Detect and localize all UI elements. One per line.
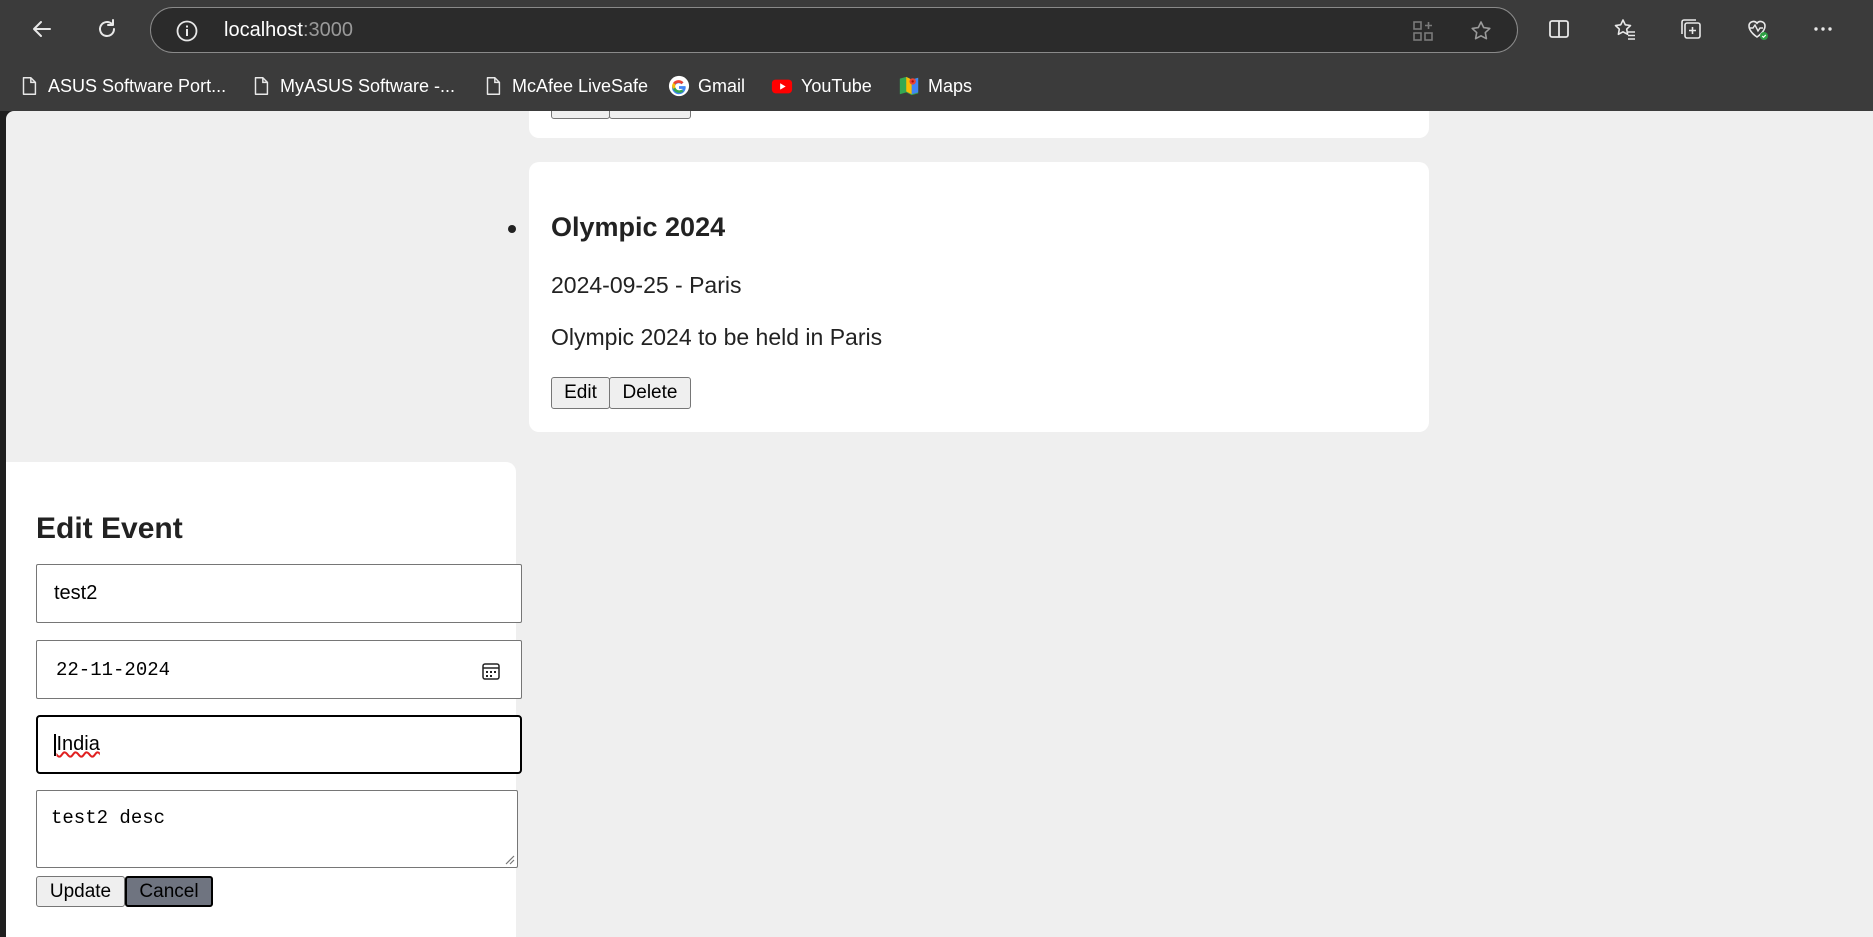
- edit-button[interactable]: Edit: [551, 377, 610, 409]
- bookmark-mcafee-livesafe[interactable]: McAfee LiveSafe: [482, 72, 648, 100]
- event-description: Olympic 2024 to be held in Paris: [551, 324, 883, 350]
- browser-toolbar: localhost:3000: [0, 0, 1873, 62]
- title-input-value: test2: [54, 582, 98, 604]
- browser-essentials-button[interactable]: [1739, 11, 1775, 47]
- title-input[interactable]: test2: [36, 564, 522, 623]
- event-title: Olympic 2024: [551, 212, 726, 242]
- app-available-icon[interactable]: [1411, 19, 1435, 43]
- url-port: :3000: [302, 19, 353, 41]
- resize-grip-icon[interactable]: [503, 853, 515, 865]
- bookmark-maps[interactable]: Maps: [898, 72, 972, 100]
- bookmark-label: YouTube: [801, 75, 872, 96]
- maps-icon: [898, 75, 920, 97]
- favorites-button[interactable]: [1607, 11, 1643, 47]
- edit-button[interactable]: Edit: [551, 111, 610, 119]
- date-input-value: 22-11-2024: [56, 658, 171, 681]
- page-content: Edit Delete Olympic 2024 2024-09-25 - Pa…: [6, 111, 1873, 937]
- date-input[interactable]: 22-11-2024: [36, 640, 522, 699]
- bookmarks-bar: ASUS Software Port... MyASUS Software -.…: [0, 62, 1873, 111]
- more-menu-button[interactable]: [1805, 11, 1841, 47]
- favorites-icon: [1614, 19, 1635, 40]
- event-card: Olympic 2024 2024-09-25 - Paris Olympic …: [529, 162, 1429, 432]
- favorite-star-icon[interactable]: [1469, 19, 1493, 43]
- location-input-value: India: [56, 733, 100, 755]
- collections-button[interactable]: [1673, 11, 1709, 47]
- split-screen-button[interactable]: [1541, 11, 1577, 47]
- url-host: localhost: [224, 19, 303, 41]
- bookmark-label: Gmail: [698, 75, 746, 96]
- page-icon: [250, 75, 272, 97]
- text-cursor: [54, 733, 56, 756]
- back-arrow-icon: [33, 21, 51, 37]
- bookmark-asus-software-portal[interactable]: ASUS Software Port...: [18, 72, 226, 100]
- bookmark-label: McAfee LiveSafe: [512, 75, 649, 96]
- more-dots-icon: [1814, 27, 1832, 31]
- event-date-location: 2024-09-25 - Paris: [551, 272, 742, 298]
- description-textarea-value: test2 desc: [51, 807, 166, 829]
- page-icon: [482, 75, 504, 97]
- refresh-icon: [99, 19, 115, 37]
- bookmark-label: ASUS Software Port...: [48, 75, 227, 96]
- event-card-partial: Edit Delete: [529, 111, 1429, 138]
- calendar-icon[interactable]: [481, 661, 501, 681]
- page-icon: [18, 75, 40, 97]
- bookmark-label: MyASUS Software -...: [280, 75, 456, 96]
- youtube-icon: [771, 75, 793, 97]
- description-textarea[interactable]: test2 desc: [36, 790, 518, 868]
- refresh-button[interactable]: [89, 11, 125, 47]
- url-text[interactable]: localhost:3000: [224, 19, 353, 42]
- edit-form-heading: Edit Event: [36, 512, 183, 545]
- split-screen-icon: [1549, 20, 1569, 38]
- cancel-button[interactable]: Cancel: [125, 876, 213, 907]
- delete-button[interactable]: Delete: [609, 111, 691, 119]
- update-button[interactable]: Update: [36, 876, 125, 907]
- edit-event-form: Edit Event test2 22-11-2024 India test2 …: [6, 462, 522, 937]
- heart-pulse-icon: [1748, 20, 1768, 40]
- bookmark-gmail[interactable]: Gmail: [668, 72, 745, 100]
- location-input[interactable]: India: [36, 715, 522, 774]
- bookmark-label: Maps: [928, 75, 973, 96]
- bookmark-youtube[interactable]: YouTube: [771, 72, 872, 100]
- delete-button[interactable]: Delete: [609, 377, 691, 409]
- list-bullet: [508, 225, 516, 233]
- address-bar[interactable]: localhost:3000: [150, 7, 1518, 53]
- google-icon: [668, 75, 690, 97]
- back-button[interactable]: [24, 11, 60, 47]
- site-info-icon[interactable]: [175, 19, 199, 43]
- collections-icon: [1681, 19, 1701, 39]
- bookmark-myasus-software[interactable]: MyASUS Software -...: [250, 72, 455, 100]
